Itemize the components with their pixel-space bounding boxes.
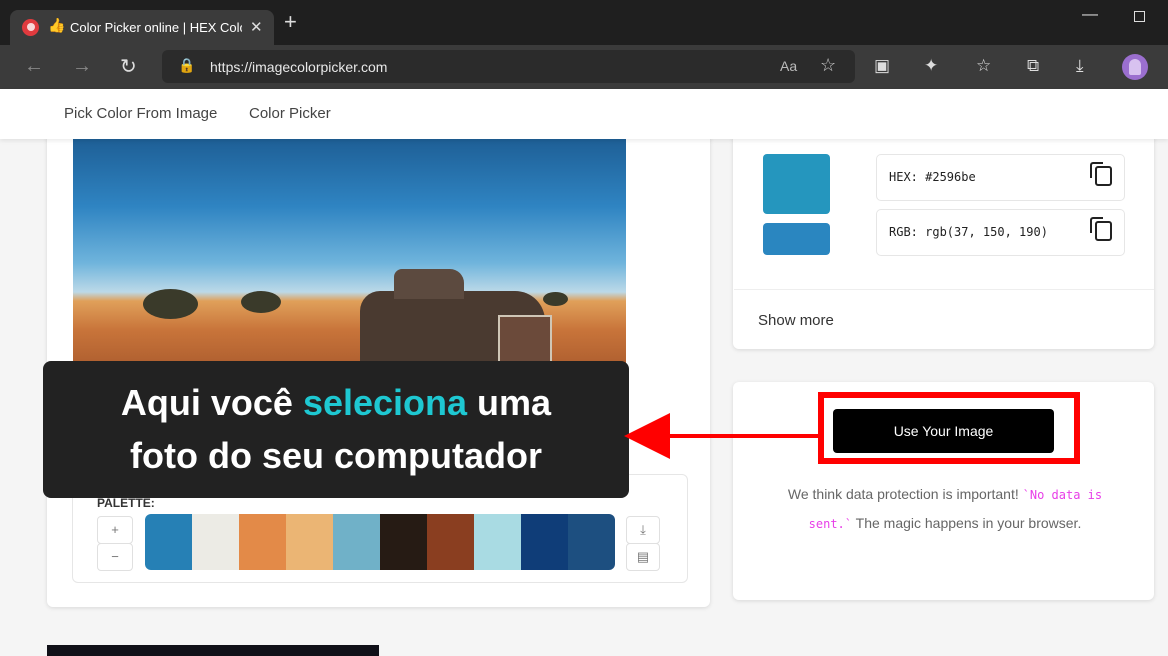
highlight-box	[818, 392, 1080, 464]
annotation-highlight: seleciona	[302, 382, 468, 423]
secondary-color-swatch	[763, 223, 830, 255]
palette-swatches	[145, 514, 615, 570]
palette-swatch[interactable]	[145, 514, 192, 570]
site-nav: Pick Color From Image Color Picker	[0, 89, 1168, 139]
add-favorite-icon[interactable]: ☆	[820, 55, 836, 76]
palette-swatch[interactable]	[568, 514, 615, 570]
site-favicon-icon	[22, 19, 39, 36]
car-door-shape	[498, 315, 552, 364]
divider	[734, 289, 1154, 290]
palette-swatch[interactable]	[380, 514, 427, 570]
selected-color-swatch	[763, 154, 830, 214]
annotation-line-1: Aqui você seleciona uma	[43, 382, 629, 424]
show-more-link[interactable]: Show more	[758, 312, 834, 329]
annotation-text: Aqui você	[120, 382, 303, 423]
tree-shape	[543, 292, 568, 306]
read-aloud-icon[interactable]: Aa	[780, 58, 797, 74]
browser-tab-bar: 👍 Color Picker online | HEX Color Picker…	[0, 0, 1168, 45]
copy-icon[interactable]	[1090, 217, 1112, 241]
browser-tab[interactable]: 👍 Color Picker online | HEX Color Picker…	[10, 10, 274, 45]
hex-value: HEX: #2596be	[889, 170, 976, 184]
address-bar[interactable]: 🔒 https://imagecolorpicker.com Aa ☆	[162, 50, 855, 83]
lock-icon: 🔒	[178, 57, 196, 73]
privacy-text-end: The magic happens in your browser.	[852, 515, 1082, 531]
tab-title: Color Picker online | HEX Color Picker	[70, 20, 242, 35]
palette-swatch[interactable]	[333, 514, 380, 570]
copy-icon[interactable]	[1090, 162, 1112, 186]
next-image-preview	[47, 645, 379, 656]
rgb-value-box[interactable]: RGB: rgb(37, 150, 190)	[876, 209, 1125, 256]
annotation-line-2: foto do seu computador	[130, 435, 542, 476]
tab-close-icon[interactable]: ✕	[250, 18, 263, 36]
palette-swatch[interactable]	[474, 514, 521, 570]
forward-arrow-icon[interactable]: →	[72, 55, 92, 78]
tree-shape	[143, 289, 198, 319]
nav-color-picker[interactable]: Color Picker	[249, 105, 331, 122]
annotation-arrow-head-icon	[624, 413, 670, 459]
privacy-text: We think data protection is important!	[787, 486, 1023, 502]
puzzle-icon[interactable]: ✦	[924, 56, 938, 76]
palette-swatch[interactable]	[286, 514, 333, 570]
hex-value-box[interactable]: HEX: #2596be	[876, 154, 1125, 201]
annotation-arrow-line	[668, 434, 820, 438]
palette-swatch[interactable]	[192, 514, 239, 570]
save-palette-icon[interactable]: ▤	[626, 543, 660, 571]
palette-swatch[interactable]	[521, 514, 568, 570]
download-icon[interactable]: ⤓	[1076, 56, 1084, 76]
rgb-value: RGB: rgb(37, 150, 190)	[889, 225, 1048, 239]
reload-icon[interactable]: ↻	[120, 54, 137, 79]
new-tab-button[interactable]: +	[284, 11, 297, 33]
favorites-icon[interactable]: ☆	[976, 56, 991, 76]
palette-swatch[interactable]	[239, 514, 286, 570]
privacy-note: We think data protection is important! `…	[770, 480, 1120, 538]
minimize-icon[interactable]: —	[1082, 6, 1098, 24]
extensions-icon[interactable]: ▣	[874, 56, 890, 76]
palette-label: PALETTE:	[97, 496, 155, 510]
thumbs-up-icon: 👍	[48, 17, 66, 33]
annotation-text: uma	[467, 382, 552, 423]
profile-avatar[interactable]	[1122, 54, 1148, 80]
nav-pick-color-from-image[interactable]: Pick Color From Image	[64, 105, 217, 122]
back-arrow-icon[interactable]: ←	[24, 55, 44, 78]
annotation-callout: Aqui você seleciona uma foto do seu comp…	[43, 361, 629, 498]
download-palette-icon[interactable]: ⤓	[626, 516, 660, 544]
remove-swatch-button[interactable]: −	[97, 543, 133, 571]
add-swatch-button[interactable]: +	[97, 516, 133, 544]
browser-toolbar: ← → ↻ 🔒 https://imagecolorpicker.com Aa …	[0, 45, 1168, 89]
maximize-icon[interactable]	[1134, 11, 1145, 22]
url-text[interactable]: https://imagecolorpicker.com	[210, 59, 387, 75]
palette-swatch[interactable]	[427, 514, 474, 570]
uploaded-photo[interactable]	[73, 139, 626, 364]
collections-icon[interactable]: ⧉	[1027, 56, 1039, 76]
tree-shape	[241, 291, 281, 313]
